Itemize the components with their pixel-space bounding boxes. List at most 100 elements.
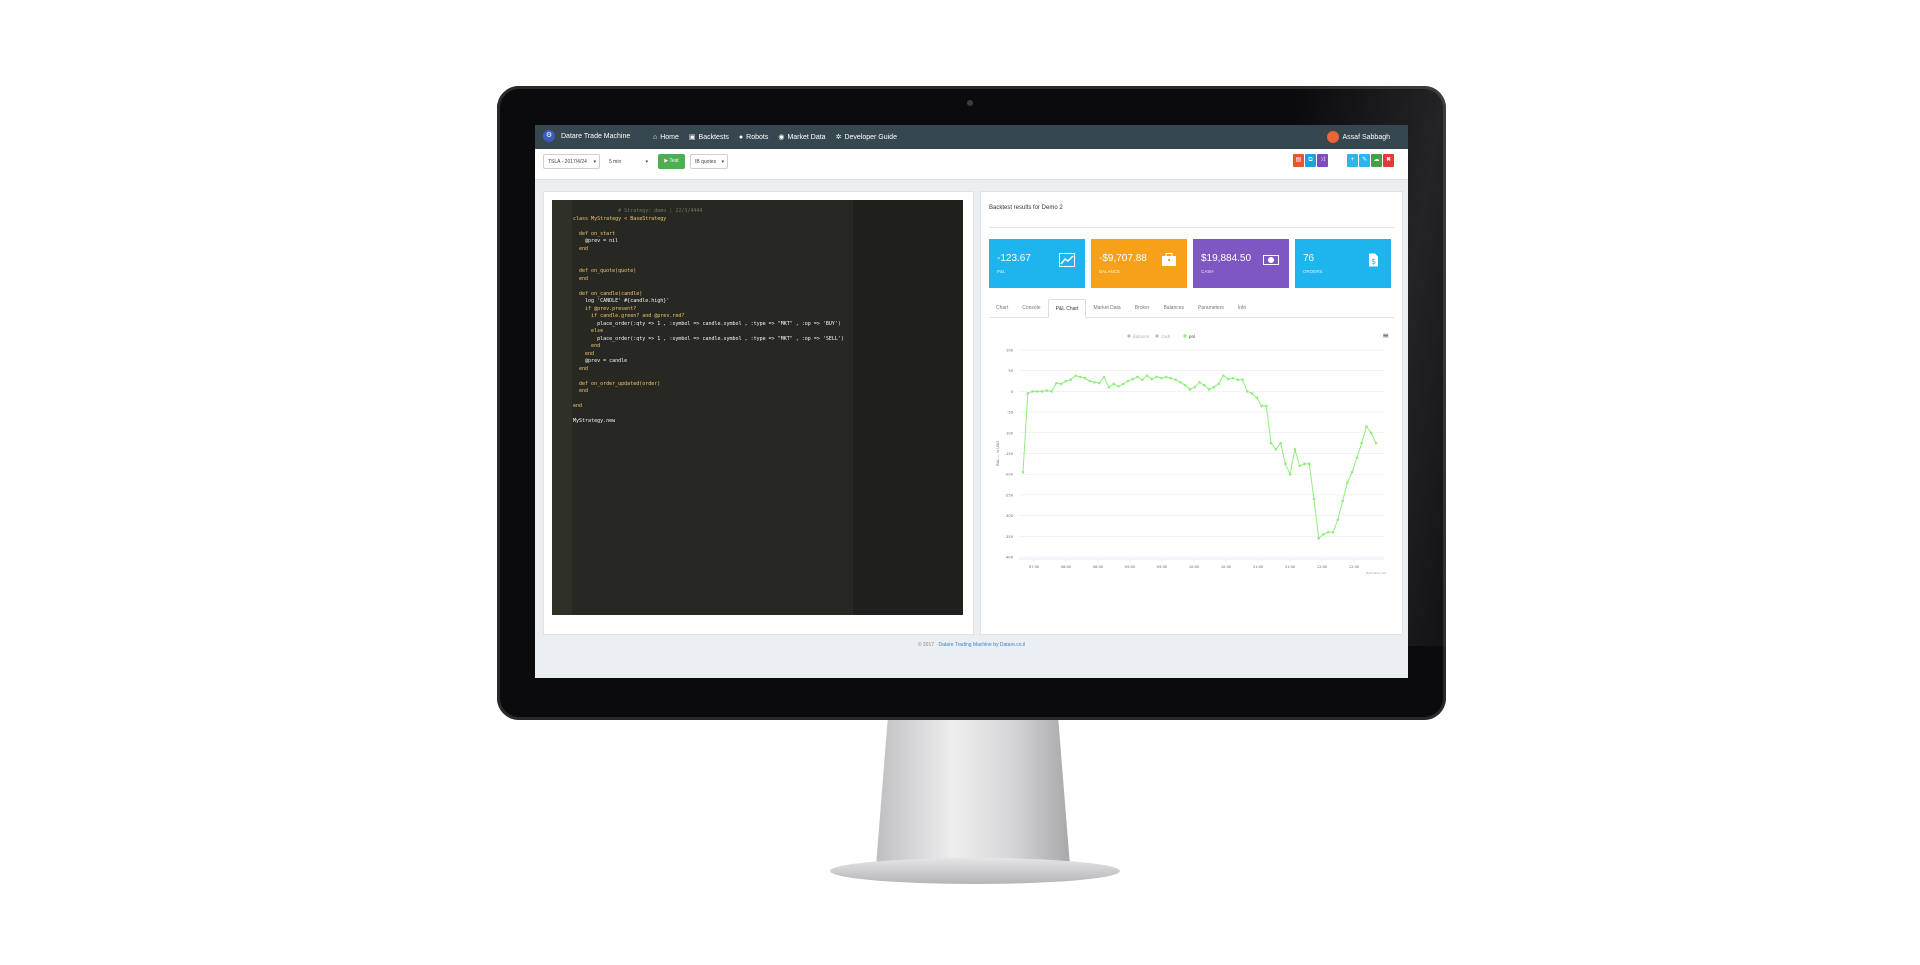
data-point <box>1303 462 1306 466</box>
data-point <box>1112 382 1115 386</box>
y-tick-label: 100 <box>1006 349 1014 353</box>
kpi-orders-value: 76 <box>1303 253 1315 264</box>
add-button[interactable]: + <box>1347 154 1358 167</box>
footer-copyright: © 2017 · <box>917 642 938 648</box>
data-point <box>1365 425 1368 428</box>
legend-marker <box>1155 334 1159 338</box>
code-content[interactable]: # Strategy: demo | 22/3/4444 class MyStra… <box>573 208 844 426</box>
brand-name[interactable]: Datare Trade Machine <box>561 133 630 140</box>
chart-menu-icon: ≡ <box>1382 331 1389 340</box>
tab-broker[interactable]: Broker <box>1128 299 1157 317</box>
nav-backtests[interactable]: ▣ Backtests <box>688 133 729 142</box>
data-point <box>1198 380 1201 384</box>
x-tick-label: 09:00 <box>1125 565 1136 569</box>
y-tick-label: -250 <box>1005 493 1014 497</box>
tab-console[interactable]: Console <box>1015 299 1047 317</box>
save-button[interactable]: ▤ <box>1293 154 1304 167</box>
footer: © 2017 · Datare Trading Machine by Datar… <box>535 642 1408 648</box>
results-tabs: Chart Console P&L Chart Market Data Broker Ba… <box>989 299 1394 318</box>
code-line: class MyStrategy < BaseStrategy <box>573 215 667 222</box>
tab-market-data[interactable]: Market Data <box>1086 299 1127 317</box>
data-point <box>1174 378 1177 382</box>
nav-market-data-label: Market Data <box>787 133 826 141</box>
logo-icon[interactable]: ⚙ <box>543 130 555 142</box>
edit-button[interactable]: ✎ <box>1359 154 1370 167</box>
data-point <box>1317 537 1321 540</box>
tab-balances[interactable]: Balances <box>1156 299 1191 317</box>
home-icon: ⌂ <box>653 133 658 141</box>
cloud-button[interactable]: ☁ <box>1371 154 1382 167</box>
editor-margin <box>853 200 963 615</box>
delete-button[interactable]: ✖ <box>1383 154 1394 167</box>
data-point <box>1160 376 1163 380</box>
series-line-pnl <box>1022 374 1377 540</box>
data-point <box>1059 382 1063 386</box>
data-point <box>1193 385 1197 389</box>
tab-p-l-chart[interactable]: P&L Chart <box>1047 299 1087 318</box>
data-point <box>1107 385 1111 389</box>
svg-text:$: $ <box>1371 257 1376 266</box>
x-tick-label: 11:00 <box>1253 565 1264 569</box>
y-tick-label: -350 <box>1005 535 1014 539</box>
code-line: place_order(:qty => 1 , :symbol => candl… <box>573 320 841 327</box>
shuffle-button[interactable]: ⤨ <box>1317 154 1328 167</box>
briefcase-icon <box>1162 253 1176 266</box>
code-line: end <box>573 350 595 357</box>
kpi-balance-value: -$9,707.88 <box>1099 253 1147 264</box>
data-point <box>1293 448 1297 451</box>
interval-select-value: 5 min <box>609 159 622 165</box>
nav-developer-guide[interactable]: ✲ Developer Guide <box>836 133 897 142</box>
copy-button[interactable]: ⧉ <box>1305 154 1316 167</box>
nav-links: ⌂ Home ▣ Backtests ● Robots ◉ Market Data ✲ D… <box>653 133 897 142</box>
data-point <box>1284 462 1287 466</box>
x-tick-label: 12:30 <box>1349 565 1360 569</box>
data-point <box>1183 383 1187 387</box>
test-button[interactable]: ▶ Test <box>658 154 685 169</box>
interval-select[interactable]: 5 min ▾ <box>604 154 652 169</box>
code-line: def on_start <box>573 230 616 237</box>
monitor-stand <box>876 720 1070 866</box>
footer-link[interactable]: Datare Trading Machine by Datare.co.il <box>938 642 1025 648</box>
data-point <box>1346 481 1349 484</box>
kpi-orders: 76 ORDERS $ <box>1295 239 1391 288</box>
data-point <box>1336 518 1340 522</box>
nav-robots[interactable]: ● Robots <box>739 133 768 141</box>
user-menu[interactable]: Assaf Sabbagh <box>1326 131 1390 143</box>
backtests-icon: ▣ <box>688 134 696 141</box>
y-tick-label: -200 <box>1005 473 1014 477</box>
nav-robots-label: Robots <box>746 133 769 141</box>
nav-market-data[interactable]: ◉ Market Data <box>778 133 826 142</box>
chart-credits: Highcharts.com <box>1366 571 1387 575</box>
tab-parameters[interactable]: Parameters <box>1191 299 1231 317</box>
data-point <box>1269 441 1273 445</box>
chevron-down-icon: ▾ <box>593 159 596 165</box>
data-point <box>1088 379 1092 383</box>
nav-home[interactable]: ⌂ Home <box>653 133 679 141</box>
code-editor[interactable]: # Strategy: demo | 22/3/4444 class MyStra… <box>552 200 963 615</box>
code-line: end <box>573 275 589 282</box>
data-point <box>1212 385 1216 389</box>
code-line: else <box>573 328 604 334</box>
data-point <box>1207 388 1211 391</box>
data-point <box>1055 381 1058 385</box>
symbol-select[interactable]: TSLA - 2017/4/24 ▾ <box>543 154 600 169</box>
code-line: @prev = candle <box>573 358 628 364</box>
tab-chart[interactable]: Chart <box>989 299 1015 317</box>
data-point <box>1217 382 1220 386</box>
tab-info[interactable]: Info <box>1231 299 1253 317</box>
cloud-icon: ☁ <box>1373 157 1380 163</box>
quotes-select[interactable]: IB quotes ▾ <box>690 154 728 169</box>
data-point <box>1279 441 1282 445</box>
data-point <box>1064 379 1068 383</box>
data-point <box>1036 390 1039 393</box>
data-point <box>1245 390 1249 393</box>
data-point <box>1298 464 1301 468</box>
data-point <box>1331 530 1335 534</box>
results-panel: Backtest results for Demo 2 -123.67 P&L … <box>980 191 1403 635</box>
chevron-down-icon: ▾ <box>721 159 724 165</box>
top-navbar: ⚙ Datare Trade Machine ⌂ Home ▣ Backtests … <box>535 125 1408 149</box>
kpi-pnl-label: P&L <box>997 269 1006 274</box>
avatar <box>1326 131 1339 143</box>
